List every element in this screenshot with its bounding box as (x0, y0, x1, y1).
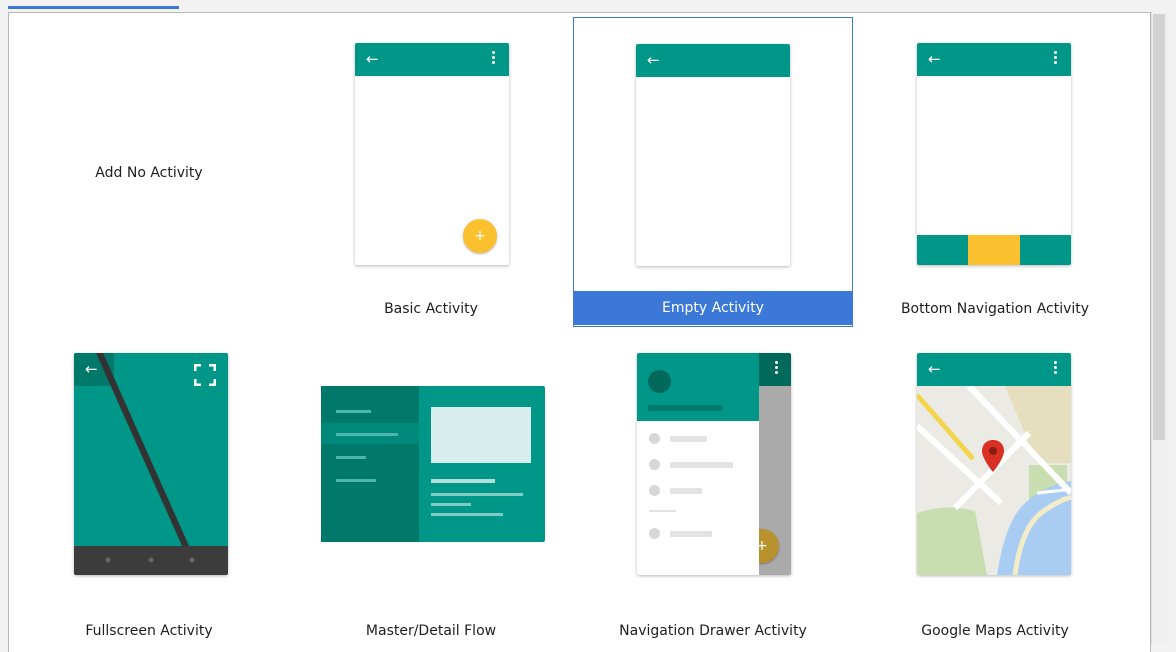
navigation-drawer-preview: + (637, 353, 791, 575)
template-google-maps-activity[interactable]: ← Google Maps Activity (855, 335, 1135, 645)
fullscreen-icon (194, 364, 216, 386)
template-add-no-activity[interactable]: Add No Activity (9, 13, 289, 323)
app-bar: ← (917, 43, 1071, 76)
template-label: Empty Activity (573, 291, 853, 325)
app-bar: ← (917, 353, 1071, 386)
back-arrow-icon: ← (647, 51, 660, 69)
overflow-menu-icon (775, 361, 778, 376)
template-master-detail-flow[interactable]: Master/Detail Flow (291, 335, 571, 645)
template-label: Bottom Navigation Activity (900, 301, 1090, 317)
drawer-app-bar (759, 353, 791, 386)
template-navigation-drawer-activity[interactable]: + Navigation Drawer Activity (573, 335, 853, 645)
back-arrow-icon: ← (85, 360, 98, 378)
template-label: Basic Activity (384, 301, 478, 317)
overflow-menu-icon (492, 51, 495, 66)
overflow-menu-icon (1054, 51, 1057, 66)
app-bar: ← (636, 44, 790, 77)
bottom-navigation-selected-tab (968, 235, 1020, 265)
bottom-navigation-preview: ← (917, 43, 1071, 265)
tab-indicator (8, 6, 179, 9)
template-label: Navigation Drawer Activity (619, 623, 807, 639)
navigation-drawer (637, 353, 759, 575)
back-arrow-icon: ← (928, 360, 941, 378)
add-icon: + (463, 219, 497, 253)
back-arrow-icon: ← (366, 50, 379, 68)
avatar (648, 370, 671, 393)
bottom-navigation-bar (917, 235, 1071, 265)
template-label: Fullscreen Activity (85, 623, 213, 639)
back-arrow-icon: ← (928, 50, 941, 68)
template-gallery: Add No Activity ← + Basic Activity ← Emp… (8, 12, 1151, 652)
template-label: Add No Activity (95, 165, 203, 181)
fullscreen-preview: ← (74, 353, 228, 575)
template-basic-activity[interactable]: ← + Basic Activity (291, 13, 571, 323)
basic-activity-preview: ← + (355, 43, 509, 265)
app-bar: ← (355, 43, 509, 76)
map-pin-icon (982, 440, 1004, 472)
template-label: Google Maps Activity (921, 623, 1069, 639)
template-empty-activity[interactable]: ← Empty Activity (573, 17, 853, 327)
template-label: Master/Detail Flow (365, 623, 497, 639)
empty-activity-preview: ← (636, 44, 790, 266)
master-detail-preview (321, 386, 545, 542)
template-bottom-navigation-activity[interactable]: ← Bottom Navigation Activity (855, 13, 1135, 323)
google-maps-preview: ← (917, 353, 1071, 575)
fullscreen-illustration (74, 353, 228, 575)
drawer-header (637, 353, 759, 421)
template-fullscreen-activity[interactable]: ← Fullscreen Activity (9, 335, 289, 645)
overflow-menu-icon (1054, 361, 1057, 376)
scrollbar-thumb[interactable] (1153, 14, 1165, 440)
